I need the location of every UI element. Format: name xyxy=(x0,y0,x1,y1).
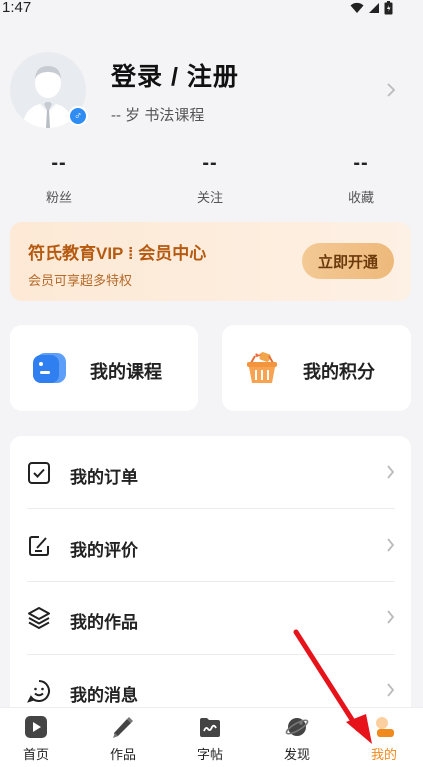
menu-item-label: 我的订单 xyxy=(70,468,138,487)
tab-label: 字帖 xyxy=(196,747,223,762)
chevron-right-icon xyxy=(387,610,395,624)
menu-item-label: 我的作品 xyxy=(70,613,138,632)
vip-title: 符氏教育VIP ⁞ 会员中心 xyxy=(28,244,207,263)
battery-icon xyxy=(384,1,393,15)
bottom-tab-bar: 首页 作品 字帖 发现 我的 xyxy=(0,707,423,767)
status-bar: 1:47 xyxy=(0,0,423,18)
profile-icon xyxy=(376,717,394,737)
layers-icon xyxy=(28,607,50,629)
tab-home[interactable]: 首页 xyxy=(0,708,78,767)
stat-label: 粉丝 xyxy=(45,190,72,205)
menu-list: 我的订单 我的评价 我的作品 我的消息 xyxy=(10,436,411,736)
menu-item-orders[interactable]: 我的订单 xyxy=(10,437,411,509)
stat-value: -- xyxy=(51,152,67,174)
home-play-icon xyxy=(25,716,47,738)
my-points-label: 我的积分 xyxy=(303,362,375,382)
gender-male-icon: ♂ xyxy=(68,106,88,126)
order-check-icon xyxy=(28,462,50,484)
vip-activate-button[interactable]: 立即开通 xyxy=(302,243,394,279)
tab-label: 首页 xyxy=(22,747,49,762)
divider xyxy=(27,508,395,509)
stat-favorites[interactable]: -- 收藏 xyxy=(311,152,411,206)
my-courses-card[interactable]: 我的课程 xyxy=(10,325,198,411)
stats-row: -- 粉丝 -- 关注 -- 收藏 xyxy=(0,152,423,208)
chevron-right-icon xyxy=(387,465,395,479)
menu-item-works[interactable]: 我的作品 xyxy=(10,582,411,654)
message-smile-icon xyxy=(27,680,50,703)
course-icon xyxy=(33,353,66,383)
signal-icon xyxy=(369,3,379,13)
planet-icon xyxy=(285,718,309,736)
profile-header[interactable]: ♂ 登录 / 注册 -- 岁 书法课程 xyxy=(10,52,410,132)
tab-discover[interactable]: 发现 xyxy=(255,708,339,767)
points-basket-icon xyxy=(247,352,277,383)
tab-label: 发现 xyxy=(283,747,310,762)
menu-item-label: 我的评价 xyxy=(70,541,138,560)
tab-label: 作品 xyxy=(109,747,136,762)
status-icons xyxy=(350,1,393,15)
stat-value: -- xyxy=(353,152,369,174)
tab-works[interactable]: 作品 xyxy=(81,708,165,767)
chevron-right-icon xyxy=(387,83,396,97)
chevron-right-icon xyxy=(387,538,395,552)
menu-item-label: 我的消息 xyxy=(70,686,138,705)
stat-label: 收藏 xyxy=(347,190,374,205)
my-points-card[interactable]: 我的积分 xyxy=(222,325,411,411)
tab-label: 我的 xyxy=(370,747,397,762)
status-time: 1:47 xyxy=(2,0,32,16)
review-edit-icon xyxy=(29,536,49,556)
stat-following[interactable]: -- 关注 xyxy=(160,152,260,206)
my-courses-label: 我的课程 xyxy=(90,362,162,382)
chevron-right-icon xyxy=(387,683,395,697)
profile-subtitle: -- 岁 书法课程 xyxy=(111,107,205,124)
stat-value: -- xyxy=(202,152,218,174)
wifi-icon xyxy=(350,2,364,14)
menu-item-reviews[interactable]: 我的评价 xyxy=(10,510,411,582)
vip-subtitle: 会员可享超多特权 xyxy=(28,273,133,288)
vip-banner[interactable]: 符氏教育VIP ⁞ 会员中心 会员可享超多特权 立即开通 xyxy=(10,222,411,301)
tab-copybook[interactable]: 字帖 xyxy=(168,708,252,767)
stat-label: 关注 xyxy=(196,190,223,205)
login-register-link[interactable]: 登录 / 注册 xyxy=(111,57,239,93)
tab-mine[interactable]: 我的 xyxy=(342,708,423,767)
brush-icon xyxy=(113,717,133,738)
stat-fans[interactable]: -- 粉丝 xyxy=(9,152,109,206)
copybook-icon xyxy=(200,718,220,737)
